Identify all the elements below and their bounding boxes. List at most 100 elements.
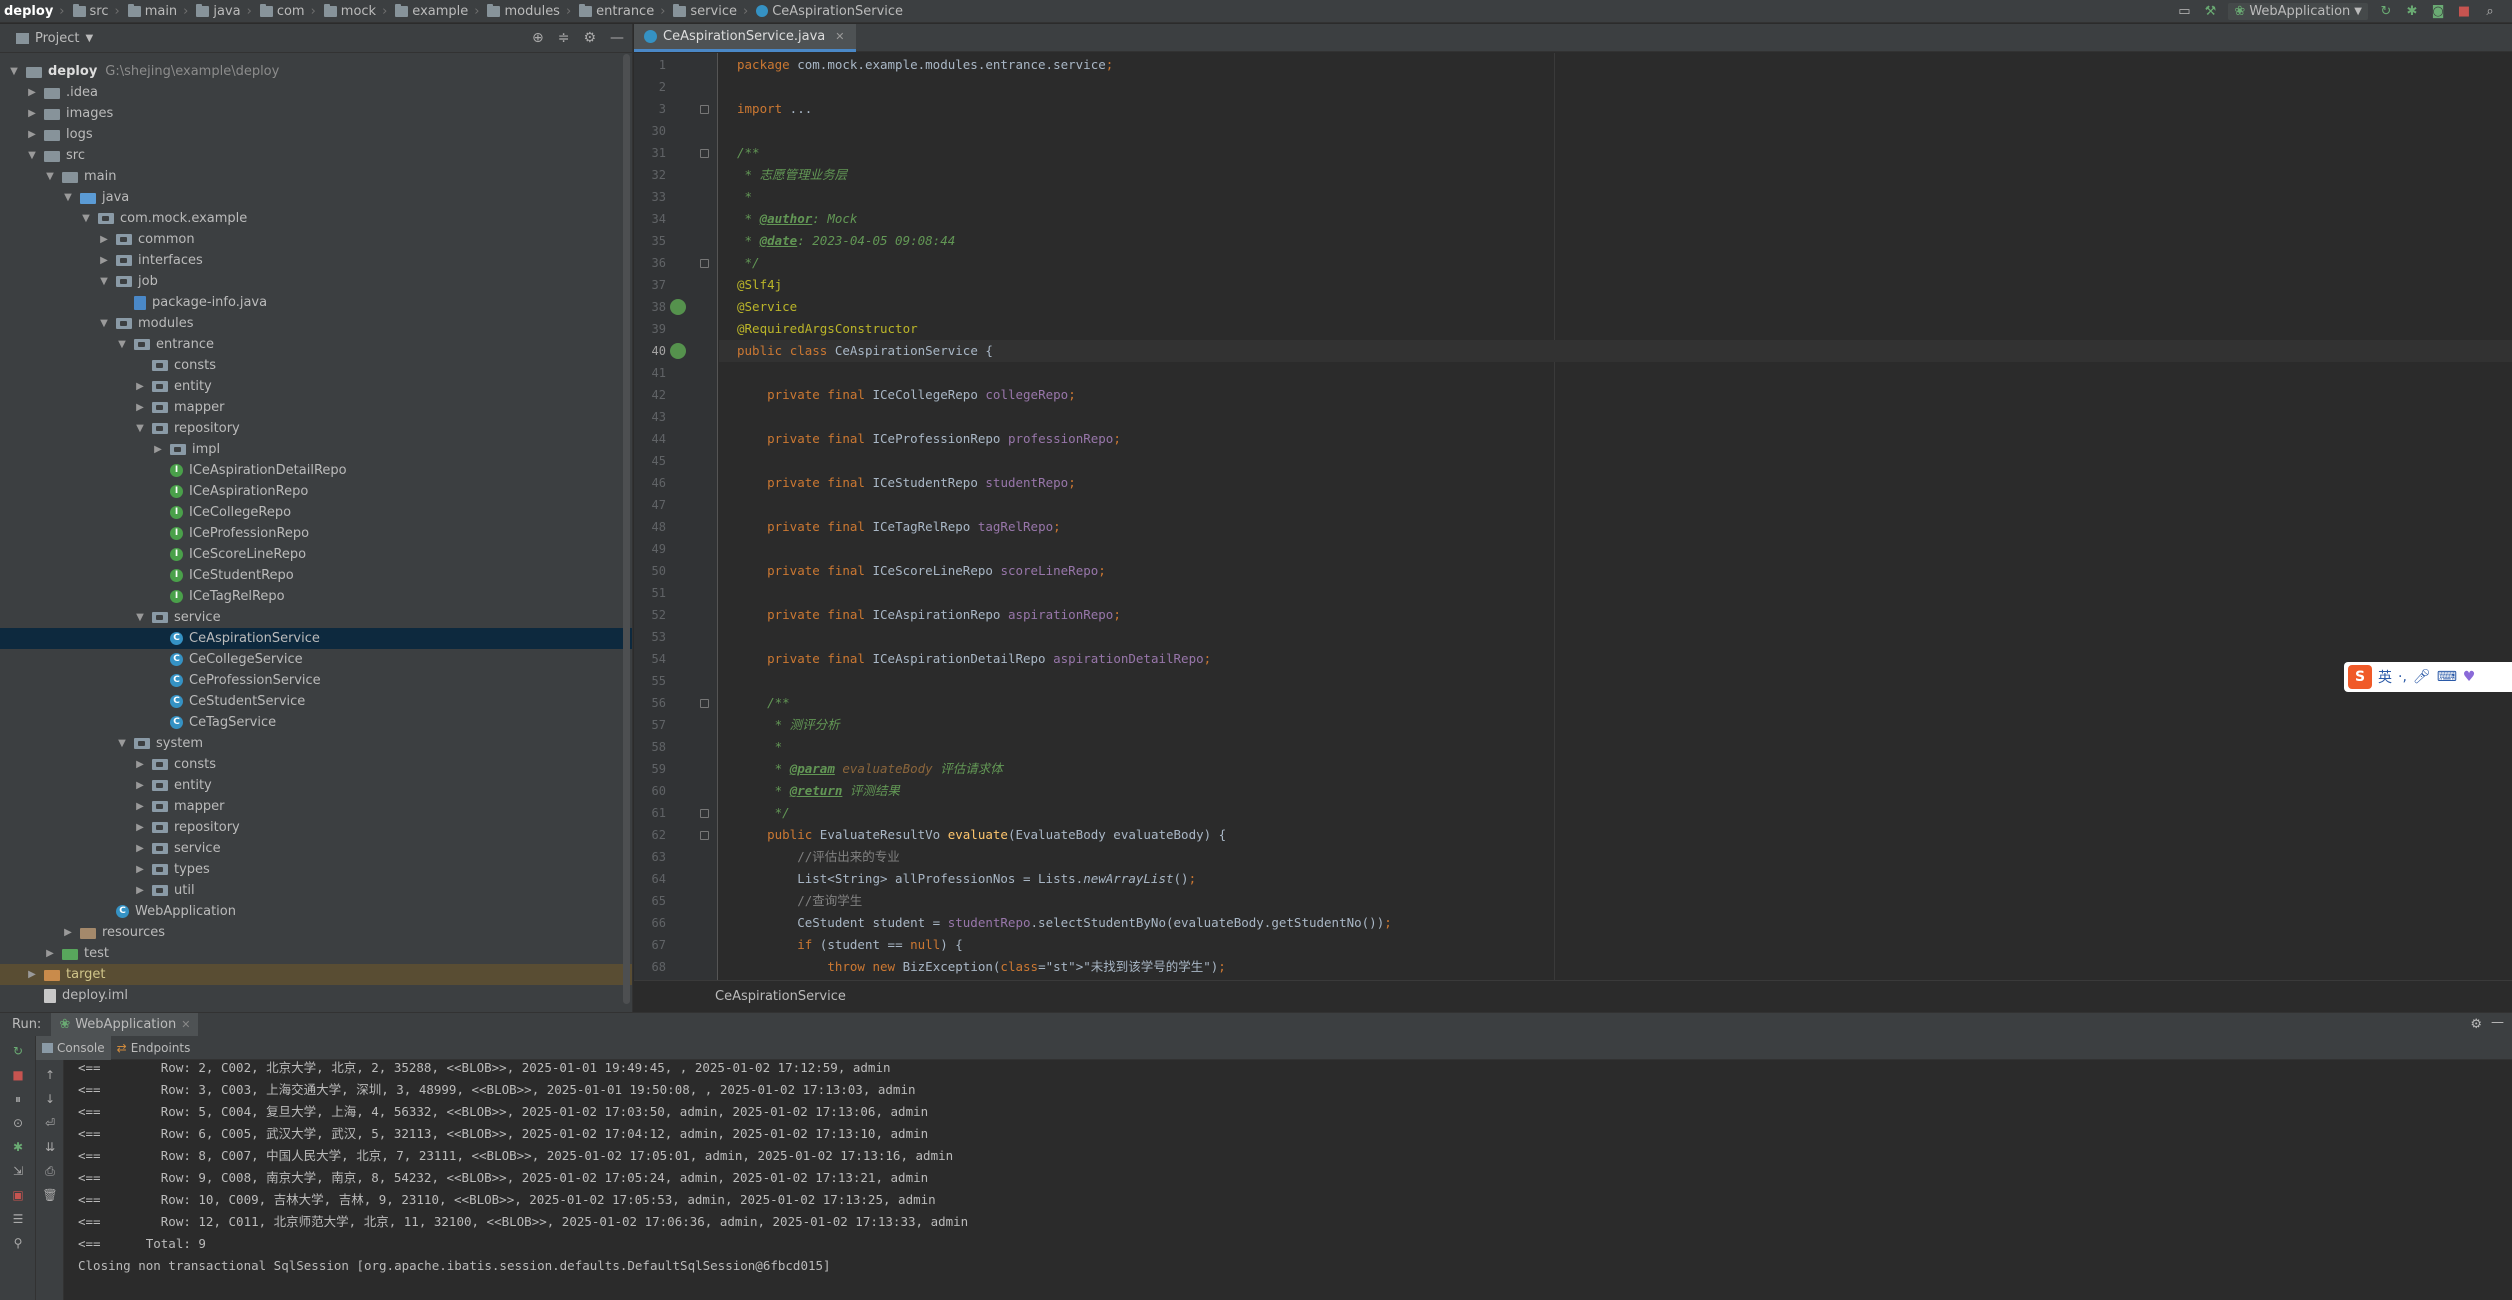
tree-file-item[interactable]: deploy.iml [0, 985, 632, 1006]
editor-breadcrumb-label[interactable]: CeAspirationService [715, 989, 846, 1004]
expand-arrow-icon[interactable]: ▼ [44, 171, 56, 182]
tree-folder-item[interactable]: ▼ entrance [0, 334, 632, 355]
fold-marker-icon[interactable] [700, 831, 709, 840]
expand-arrow-icon[interactable]: ▼ [80, 213, 92, 224]
tree-folder-item[interactable]: ▼ java [0, 187, 632, 208]
pin-icon[interactable]: ⚲ [10, 1236, 26, 1250]
tree-folder-item[interactable]: ▼ modules [0, 313, 632, 334]
breadcrumb-item[interactable]: src › [69, 0, 124, 23]
collapse-arrow-icon[interactable]: ▶ [134, 801, 146, 812]
collapse-arrow-icon[interactable]: ▶ [134, 864, 146, 875]
breadcrumb-project[interactable]: deploy › [0, 0, 69, 23]
tree-file-item[interactable]: C CeStudentService [0, 691, 632, 712]
expand-arrow-icon[interactable]: ▼ [26, 150, 38, 161]
tree-folder-item[interactable]: ▼ main [0, 166, 632, 187]
fold-marker-icon[interactable] [700, 149, 709, 158]
tree-folder-item[interactable]: ▼ system [0, 733, 632, 754]
expand-arrow-icon[interactable]: ▼ [98, 276, 110, 287]
tree-folder-item[interactable]: ▶ .idea [0, 82, 632, 103]
rerun-icon[interactable]: ↻ [10, 1044, 26, 1058]
chevron-down-icon[interactable]: ▼ [85, 33, 93, 44]
project-panel-title[interactable]: Project [35, 31, 79, 46]
tree-folder-item[interactable]: ▶ mapper [0, 796, 632, 817]
exit-icon[interactable]: ⇲ [10, 1164, 26, 1178]
search-icon[interactable]: ⌕ [2482, 4, 2498, 20]
tree-folder-item[interactable]: ▶ target [0, 964, 632, 985]
hide-icon[interactable]: — [610, 30, 624, 46]
collapse-arrow-icon[interactable]: ▶ [26, 969, 38, 980]
tree-folder-item[interactable]: ▼ deploy G:\shejing\example\deploy [0, 61, 632, 82]
tree-folder-item[interactable]: consts [0, 355, 632, 376]
tree-folder-item[interactable]: ▼ repository [0, 418, 632, 439]
arrow-down-icon[interactable]: ↓ [42, 1092, 58, 1106]
debug-icon[interactable]: ✱ [10, 1140, 26, 1154]
gear-icon[interactable]: ⚙ [583, 30, 596, 46]
breadcrumb-item[interactable]: service › [669, 0, 752, 23]
close-run-icon[interactable]: ▣ [10, 1188, 26, 1202]
scroll-to-end-icon[interactable]: ⇊ [42, 1140, 58, 1154]
collapse-arrow-icon[interactable]: ▶ [98, 255, 110, 266]
expand-arrow-icon[interactable]: ▼ [134, 423, 146, 434]
tree-file-item[interactable]: I ICeAspirationRepo [0, 481, 632, 502]
tree-folder-item[interactable]: ▶ util [0, 880, 632, 901]
breadcrumb-item[interactable]: mock › [320, 0, 392, 23]
collapse-arrow-icon[interactable]: ▶ [134, 822, 146, 833]
tree-folder-item[interactable]: ▼ src [0, 145, 632, 166]
tree-file-item[interactable]: I ICeTagRelRepo [0, 586, 632, 607]
rerun-icon[interactable]: ↻ [2378, 4, 2394, 20]
tab-endpoints[interactable]: ⇄ Endpoints [111, 1036, 197, 1060]
fold-marker-icon[interactable] [700, 259, 709, 268]
debug-icon[interactable]: ✱ [2404, 4, 2420, 20]
tree-folder-item[interactable]: ▶ service [0, 838, 632, 859]
tree-folder-item[interactable]: ▶ interfaces [0, 250, 632, 271]
tree-folder-item[interactable]: ▶ logs [0, 124, 632, 145]
tree-folder-item[interactable]: ▶ entity [0, 775, 632, 796]
ime-language-label[interactable]: 英 [2378, 667, 2392, 687]
expand-arrow-icon[interactable]: ▼ [62, 192, 74, 203]
collapse-arrow-icon[interactable]: ▶ [26, 108, 38, 119]
tree-folder-item[interactable]: ▶ entity [0, 376, 632, 397]
collapse-arrow-icon[interactable]: ▶ [62, 927, 74, 938]
tree-file-item[interactable]: I ICeCollegeRepo [0, 502, 632, 523]
tree-file-item[interactable]: C CeAspirationService [0, 628, 632, 649]
tree-folder-item[interactable]: ▶ images [0, 103, 632, 124]
collapse-arrow-icon[interactable]: ▶ [44, 948, 56, 959]
collapse-arrow-icon[interactable]: ▶ [134, 402, 146, 413]
close-icon[interactable]: ✕ [835, 30, 844, 43]
collapse-arrow-icon[interactable]: ▶ [26, 129, 38, 140]
tree-folder-item[interactable]: ▼ service [0, 607, 632, 628]
tree-folder-item[interactable]: ▼ com.mock.example [0, 208, 632, 229]
keyboard-icon[interactable]: ⌨ [2437, 669, 2457, 685]
expand-arrow-icon[interactable]: ▼ [98, 318, 110, 329]
layout-icon[interactable]: ☰ [10, 1212, 26, 1226]
hammer-icon[interactable]: ⚒ [2202, 4, 2218, 20]
collapse-arrow-icon[interactable]: ▶ [134, 885, 146, 896]
camera-icon[interactable]: ⊙ [10, 1116, 26, 1130]
close-icon[interactable]: ✕ [181, 1018, 190, 1031]
editor-tab-ceaspirationservice[interactable]: CeAspirationService.java ✕ [634, 24, 857, 52]
breadcrumb-item[interactable]: entrance › [575, 0, 669, 23]
tab-console[interactable]: Console [36, 1035, 111, 1060]
collapse-arrow-icon[interactable]: ▶ [134, 759, 146, 770]
fold-marker-icon[interactable] [700, 105, 709, 114]
coverage-icon[interactable]: ◙ [2430, 4, 2446, 20]
stop-icon[interactable]: ■ [10, 1068, 26, 1082]
tree-folder-item[interactable]: ▼ job [0, 271, 632, 292]
project-scrollbar[interactable] [623, 54, 630, 1004]
collapse-arrow-icon[interactable]: ▶ [26, 87, 38, 98]
arrow-up-icon[interactable]: ↑ [42, 1068, 58, 1082]
tree-folder-item[interactable]: ▶ consts [0, 754, 632, 775]
tree-file-item[interactable]: I ICeScoreLineRepo [0, 544, 632, 565]
expand-arrow-icon[interactable]: ▼ [8, 66, 20, 77]
stop-icon[interactable]: ■ [2456, 4, 2472, 20]
breadcrumb-item[interactable]: modules › [483, 0, 575, 23]
expand-arrow-icon[interactable]: ▼ [116, 339, 128, 350]
spring-bean-icon[interactable] [670, 343, 686, 359]
collapse-arrow-icon[interactable]: ▶ [134, 843, 146, 854]
tree-file-item[interactable]: C CeProfessionService [0, 670, 632, 691]
collapse-arrow-icon[interactable]: ▶ [152, 444, 164, 455]
code-editor[interactable]: package com.mock.example.modules.entranc… [719, 53, 2512, 980]
tree-file-item[interactable]: I ICeAspirationDetailRepo [0, 460, 632, 481]
skin-icon[interactable]: ♥ [2463, 669, 2476, 685]
collapse-arrow-icon[interactable]: ▶ [98, 234, 110, 245]
